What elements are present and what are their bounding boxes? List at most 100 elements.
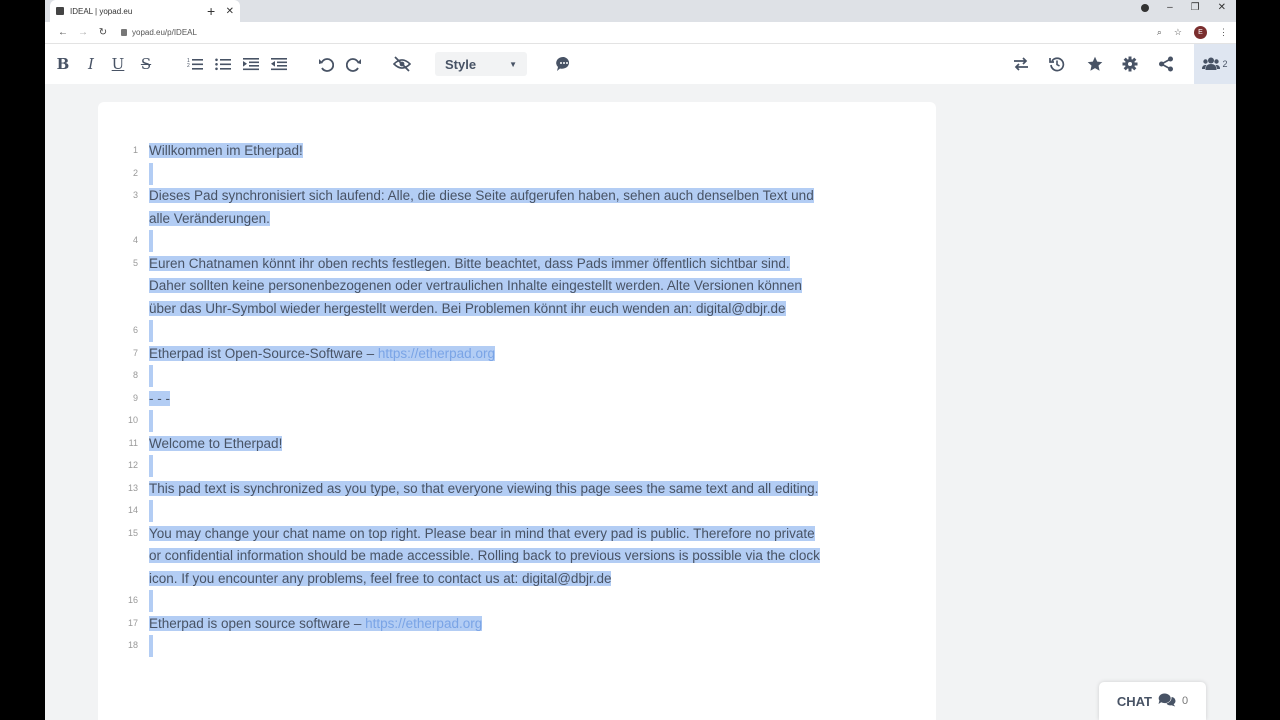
line-text (149, 500, 153, 522)
line-number: 6 (132, 325, 138, 335)
pad-line[interactable] (149, 455, 153, 478)
underline-button[interactable]: U (110, 44, 126, 84)
line-text (149, 410, 153, 432)
line-text (149, 455, 153, 477)
chat-icon (1158, 692, 1176, 710)
tab-title: IDEAL | yopad.eu (70, 6, 133, 16)
users-count: 2 (1222, 59, 1228, 69)
chevron-down-icon: ▼ (509, 59, 517, 69)
style-select-label: Style (445, 56, 477, 72)
chat-label: CHAT (1116, 693, 1152, 709)
pad-line[interactable]: Welcome to Etherpad! (149, 433, 283, 456)
ordered-list-icon[interactable]: 12 (185, 44, 205, 84)
line-number: 10 (127, 415, 138, 425)
redo-icon[interactable] (344, 44, 364, 84)
undo-icon[interactable] (316, 44, 336, 84)
line-text-wrap: Daher sollten keine personenbezogenen od… (149, 278, 802, 293)
line-text: This pad text is synchronized as you typ… (149, 480, 819, 496)
line-text-wrap: alle Veränderungen. (149, 210, 270, 226)
line-text (149, 162, 153, 185)
line-number: 14 (127, 505, 138, 515)
forward-icon[interactable]: → (73, 27, 93, 38)
line-text (149, 320, 153, 342)
line-text: Dieses Pad synchronisiert sich laufend: … (149, 188, 814, 203)
url-text: yopad.eu/p/IDEAL (132, 28, 197, 37)
bookmark-star-icon[interactable]: ☆ (1174, 27, 1182, 38)
line-number: 8 (132, 370, 138, 380)
pad-line[interactable]: Etherpad is open source software – https… (149, 613, 483, 636)
etherpad-link[interactable]: https://etherpad.org (377, 345, 495, 361)
reload-icon[interactable]: ↻ (93, 27, 113, 38)
browser-window: IDEAL | yopad.eu ✕ + – ❐ ✕ ← → ↻ yopad.e… (45, 0, 1236, 720)
pad-line[interactable] (149, 320, 153, 343)
pad-line[interactable]: Willkommen im Etherpad! (149, 140, 303, 163)
style-select[interactable]: Style ▼ (435, 52, 527, 76)
tab-strip: IDEAL | yopad.eu ✕ + – ❐ ✕ (45, 0, 1236, 22)
editor-toolbar: B I U S 12 Style ▼ 2 (45, 44, 1236, 84)
url-field[interactable]: yopad.eu/p/IDEAL (121, 28, 197, 37)
pad-line[interactable] (149, 365, 153, 388)
line-number: 7 (132, 347, 138, 358)
users-button[interactable]: 2 (1194, 44, 1236, 84)
zoom-icon[interactable]: ⌕ (1157, 27, 1162, 38)
outdent-icon[interactable] (269, 44, 289, 84)
line-number: 4 (132, 235, 138, 245)
line-number: 15 (127, 527, 138, 538)
indent-icon[interactable] (241, 44, 261, 84)
pad-line[interactable]: You may change your chat name on top rig… (149, 523, 820, 591)
bold-button[interactable]: B (55, 44, 71, 84)
back-icon[interactable]: ← (53, 27, 73, 38)
line-text (149, 590, 153, 612)
pad-line[interactable]: Etherpad ist Open-Source-Software – http… (149, 343, 495, 366)
etherpad-link[interactable]: https://etherpad.org (365, 615, 483, 631)
line-number: 18 (127, 640, 138, 650)
pad-line[interactable] (149, 410, 153, 433)
line-number: 17 (127, 617, 138, 628)
unordered-list-icon[interactable] (213, 44, 233, 84)
minimize-icon[interactable]: – (1167, 2, 1173, 13)
share-icon[interactable] (1156, 44, 1176, 84)
strikethrough-button[interactable]: S (138, 44, 154, 84)
line-number: 3 (132, 190, 138, 200)
close-tab-icon[interactable]: ✕ (226, 6, 234, 17)
pad-line[interactable]: - - - (149, 388, 170, 411)
gear-icon[interactable] (1120, 44, 1140, 84)
chat-button[interactable]: CHAT 0 (1099, 682, 1206, 720)
pad-line[interactable]: Dieses Pad synchronisiert sich laufend: … (149, 185, 814, 230)
line-text-wrap: or confidential information should be ma… (149, 548, 820, 563)
line-text (149, 365, 153, 387)
line-text: Etherpad is open source software – (149, 615, 366, 631)
line-number: 5 (132, 257, 138, 268)
pad-line[interactable] (149, 590, 153, 613)
restore-icon[interactable]: ❐ (1191, 2, 1200, 13)
pad-editor[interactable]: 1 Willkommen im Etherpad! 2 3 Dieses Pad syn… (98, 102, 936, 720)
avatar[interactable]: E (1194, 26, 1207, 39)
new-tab-icon[interactable]: + (207, 3, 215, 19)
pad-line[interactable]: Euren Chatnamen könnt ihr oben rechts fe… (149, 253, 802, 321)
line-number: 12 (127, 460, 138, 470)
eye-slash-icon[interactable] (391, 44, 413, 84)
pad-line[interactable] (149, 230, 153, 253)
pad-line[interactable] (149, 635, 153, 658)
pad-line[interactable] (149, 500, 153, 523)
pad-line[interactable] (149, 162, 153, 186)
line-number: 1 (132, 145, 138, 155)
italic-button[interactable]: I (83, 44, 99, 84)
menu-icon[interactable]: ⋮ (1219, 27, 1228, 38)
import-export-icon[interactable] (1011, 44, 1031, 84)
close-window-icon[interactable]: ✕ (1218, 2, 1226, 13)
window-controls: – ❐ ✕ (1141, 2, 1226, 13)
line-text: Euren Chatnamen könnt ihr oben rechts fe… (149, 255, 790, 271)
chat-unread-count: 0 (1182, 695, 1189, 707)
star-icon[interactable] (1085, 44, 1105, 84)
comment-icon[interactable] (554, 44, 574, 84)
favicon-icon (56, 7, 64, 15)
line-text: - - - (149, 390, 170, 406)
record-icon[interactable] (1141, 3, 1150, 12)
line-text: Welcome to Etherpad! (149, 435, 283, 451)
line-text: Willkommen im Etherpad! (149, 143, 303, 158)
line-text: You may change your chat name on top rig… (149, 525, 815, 541)
history-icon[interactable] (1047, 44, 1067, 84)
pad-line[interactable]: This pad text is synchronized as you typ… (149, 478, 819, 501)
line-number: 11 (128, 437, 138, 448)
